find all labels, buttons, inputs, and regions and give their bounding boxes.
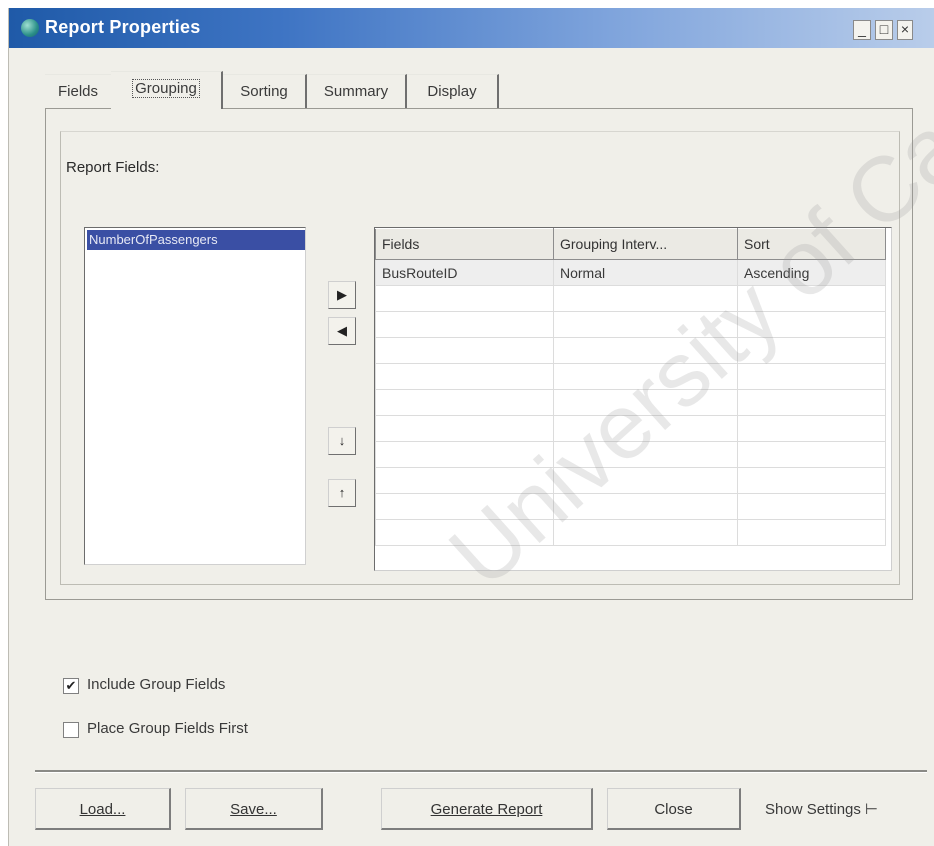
empty-cell[interactable]	[553, 285, 738, 312]
empty-cell[interactable]	[737, 415, 886, 442]
column-header-sort[interactable]: Sort	[737, 228, 886, 260]
empty-cell[interactable]	[553, 337, 738, 364]
place-group-fields-first-label: Place Group Fields First	[87, 720, 248, 737]
tab-sorting[interactable]: Sorting	[223, 74, 307, 109]
tab-display[interactable]: Display	[407, 74, 499, 109]
column-header-fields[interactable]: Fields	[375, 228, 554, 260]
report-fields-label: Report Fields:	[66, 159, 160, 176]
empty-cell[interactable]	[375, 415, 554, 442]
available-fields-list[interactable]: NumberOfPassengers	[84, 227, 306, 565]
column-header-grouping-interval[interactable]: Grouping Interv...	[553, 228, 738, 260]
tab-label: Grouping	[132, 79, 200, 98]
empty-cell[interactable]	[737, 311, 886, 338]
list-item[interactable]: NumberOfPassengers	[87, 230, 305, 250]
cell-sort[interactable]: Ascending	[737, 259, 886, 286]
empty-cell[interactable]	[553, 493, 738, 520]
empty-cell[interactable]	[553, 311, 738, 338]
empty-cell[interactable]	[375, 337, 554, 364]
remove-field-button[interactable]: ◀	[328, 317, 356, 345]
table-row[interactable]	[375, 311, 886, 338]
table-row[interactable]	[375, 337, 886, 364]
divider	[35, 770, 927, 773]
checkmark-icon[interactable]: ✔	[63, 678, 79, 694]
empty-cell[interactable]	[737, 493, 886, 520]
empty-cell[interactable]	[553, 415, 738, 442]
close-button-label: Close	[654, 801, 693, 818]
table-row[interactable]: BusRouteID Normal Ascending	[375, 259, 886, 286]
minimize-button[interactable]: _	[853, 20, 871, 40]
tab-fields[interactable]: Fields	[45, 74, 113, 109]
table-row[interactable]	[375, 389, 886, 416]
tab-label: Display	[427, 83, 477, 100]
empty-cell[interactable]	[737, 389, 886, 416]
add-field-button[interactable]: ▶	[328, 281, 356, 309]
empty-cell[interactable]	[737, 467, 886, 494]
tab-label: Summary	[323, 83, 389, 100]
empty-cell[interactable]	[737, 285, 886, 312]
cell-grouping-interval[interactable]: Normal	[553, 259, 738, 286]
tab-grouping[interactable]: Grouping	[111, 71, 223, 109]
load-button-label: Load...	[79, 801, 126, 818]
empty-cell[interactable]	[375, 493, 554, 520]
group-fields-grid[interactable]: Fields Grouping Interv... Sort BusRouteI…	[374, 227, 892, 571]
globe-icon	[21, 19, 39, 37]
empty-cell[interactable]	[375, 311, 554, 338]
maximize-button[interactable]: □	[875, 20, 893, 40]
move-up-button[interactable]: ↑	[328, 479, 356, 507]
include-group-fields-label: Include Group Fields	[87, 676, 226, 693]
empty-cell[interactable]	[737, 363, 886, 390]
empty-cell[interactable]	[375, 519, 554, 546]
grouping-panel: Report Fields: NumberOfPassengers ▶ ◀ ↓ …	[45, 108, 913, 600]
empty-cell[interactable]	[737, 441, 886, 468]
generate-report-button-label: Generate Report	[430, 801, 543, 818]
empty-cell[interactable]	[737, 337, 886, 364]
load-button[interactable]: Load...	[35, 788, 171, 830]
table-row[interactable]	[375, 363, 886, 390]
cell-field[interactable]: BusRouteID	[375, 259, 554, 286]
empty-cell[interactable]	[375, 363, 554, 390]
empty-cell[interactable]	[553, 389, 738, 416]
empty-cell[interactable]	[375, 389, 554, 416]
generate-report-button[interactable]: Generate Report	[381, 788, 593, 830]
tab-summary[interactable]: Summary	[307, 74, 407, 109]
table-row[interactable]	[375, 285, 886, 312]
window-title: Report Properties	[45, 17, 201, 37]
title-bar[interactable]: Report Properties _ □ ×	[9, 8, 934, 48]
table-row[interactable]	[375, 467, 886, 494]
empty-cell[interactable]	[375, 441, 554, 468]
empty-cell[interactable]	[375, 285, 554, 312]
empty-cell[interactable]	[737, 519, 886, 546]
empty-cell[interactable]	[553, 467, 738, 494]
table-row[interactable]	[375, 493, 886, 520]
move-down-button[interactable]: ↓	[328, 427, 356, 455]
empty-cell[interactable]	[375, 467, 554, 494]
table-row[interactable]	[375, 441, 886, 468]
table-row[interactable]	[375, 519, 886, 546]
show-settings-toggle[interactable]: Show Settings ⊢	[765, 800, 878, 818]
empty-cell[interactable]	[553, 519, 738, 546]
empty-cell[interactable]	[553, 363, 738, 390]
report-properties-window: Report Properties _ □ × Fields Grouping …	[8, 8, 934, 846]
close-window-button[interactable]: ×	[897, 20, 913, 40]
empty-cell[interactable]	[553, 441, 738, 468]
save-button-label: Save...	[230, 801, 277, 818]
close-button[interactable]: Close	[607, 788, 741, 830]
tab-label: Sorting	[240, 83, 288, 100]
save-button[interactable]: Save...	[185, 788, 323, 830]
checkbox-box[interactable]	[63, 722, 79, 738]
tab-label: Fields	[57, 83, 98, 100]
table-row[interactable]	[375, 415, 886, 442]
